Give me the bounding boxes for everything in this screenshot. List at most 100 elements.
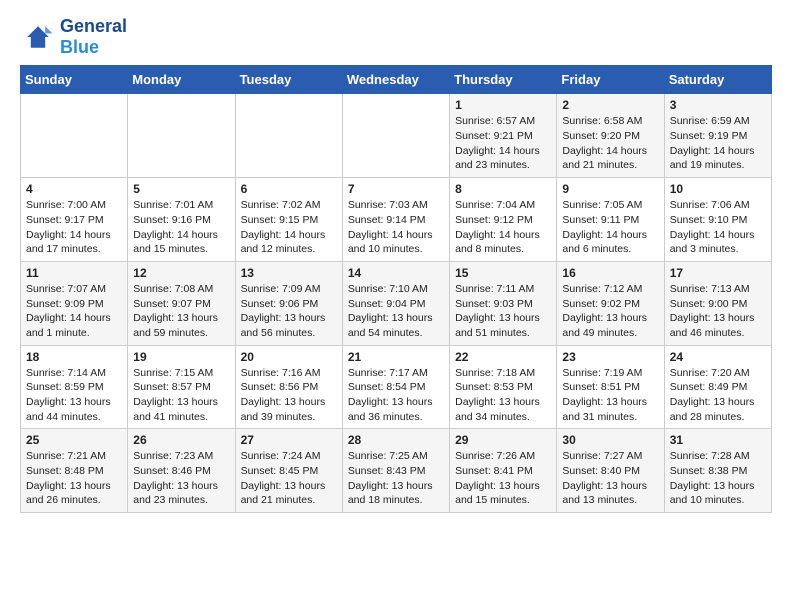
calendar-week-row: 4 Sunrise: 7:00 AM Sunset: 9:17 PM Daylig… <box>21 178 772 262</box>
day-info: Sunrise: 7:25 AM Sunset: 8:43 PM Dayligh… <box>348 449 444 508</box>
day-number: 11 <box>26 266 122 280</box>
day-info: Sunrise: 7:11 AM Sunset: 9:03 PM Dayligh… <box>455 282 551 341</box>
calendar-cell: 28 Sunrise: 7:25 AM Sunset: 8:43 PM Dayli… <box>342 429 449 513</box>
day-number: 13 <box>241 266 337 280</box>
calendar-cell: 30 Sunrise: 7:27 AM Sunset: 8:40 PM Dayli… <box>557 429 664 513</box>
day-number: 25 <box>26 433 122 447</box>
calendar-cell: 20 Sunrise: 7:16 AM Sunset: 8:56 PM Dayli… <box>235 345 342 429</box>
calendar-cell: 31 Sunrise: 7:28 AM Sunset: 8:38 PM Dayli… <box>664 429 771 513</box>
page-header: General Blue <box>20 16 772 57</box>
day-number: 28 <box>348 433 444 447</box>
calendar-cell: 15 Sunrise: 7:11 AM Sunset: 9:03 PM Dayli… <box>450 261 557 345</box>
weekday-header: Tuesday <box>235 66 342 94</box>
calendar-cell: 27 Sunrise: 7:24 AM Sunset: 8:45 PM Dayli… <box>235 429 342 513</box>
calendar-cell <box>235 94 342 178</box>
day-info: Sunrise: 7:12 AM Sunset: 9:02 PM Dayligh… <box>562 282 658 341</box>
calendar-cell: 25 Sunrise: 7:21 AM Sunset: 8:48 PM Dayli… <box>21 429 128 513</box>
calendar-table: SundayMondayTuesdayWednesdayThursdayFrid… <box>20 65 772 513</box>
calendar-cell: 14 Sunrise: 7:10 AM Sunset: 9:04 PM Dayli… <box>342 261 449 345</box>
day-info: Sunrise: 7:20 AM Sunset: 8:49 PM Dayligh… <box>670 366 766 425</box>
day-number: 15 <box>455 266 551 280</box>
calendar-cell: 3 Sunrise: 6:59 AM Sunset: 9:19 PM Daylig… <box>664 94 771 178</box>
day-number: 3 <box>670 98 766 112</box>
day-info: Sunrise: 6:58 AM Sunset: 9:20 PM Dayligh… <box>562 114 658 173</box>
calendar-cell: 24 Sunrise: 7:20 AM Sunset: 8:49 PM Dayli… <box>664 345 771 429</box>
day-number: 26 <box>133 433 229 447</box>
day-number: 8 <box>455 182 551 196</box>
day-number: 1 <box>455 98 551 112</box>
calendar-cell: 17Sunrise: 7:13 AM Sunset: 9:00 PM Dayli… <box>664 261 771 345</box>
day-number: 12 <box>133 266 229 280</box>
day-number: 4 <box>26 182 122 196</box>
calendar-cell: 19 Sunrise: 7:15 AM Sunset: 8:57 PM Dayli… <box>128 345 235 429</box>
calendar-cell: 13 Sunrise: 7:09 AM Sunset: 9:06 PM Dayli… <box>235 261 342 345</box>
day-info: Sunrise: 7:16 AM Sunset: 8:56 PM Dayligh… <box>241 366 337 425</box>
day-number: 23 <box>562 350 658 364</box>
calendar-week-row: 25 Sunrise: 7:21 AM Sunset: 8:48 PM Dayli… <box>21 429 772 513</box>
day-info: Sunrise: 7:10 AM Sunset: 9:04 PM Dayligh… <box>348 282 444 341</box>
day-info: Sunrise: 7:15 AM Sunset: 8:57 PM Dayligh… <box>133 366 229 425</box>
weekday-header: Saturday <box>664 66 771 94</box>
day-info: Sunrise: 7:19 AM Sunset: 8:51 PM Dayligh… <box>562 366 658 425</box>
day-info: Sunrise: 7:27 AM Sunset: 8:40 PM Dayligh… <box>562 449 658 508</box>
day-info: Sunrise: 7:14 AM Sunset: 8:59 PM Dayligh… <box>26 366 122 425</box>
day-number: 2 <box>562 98 658 112</box>
day-number: 7 <box>348 182 444 196</box>
day-number: 18 <box>26 350 122 364</box>
calendar-cell: 12 Sunrise: 7:08 AM Sunset: 9:07 PM Dayli… <box>128 261 235 345</box>
day-number: 9 <box>562 182 658 196</box>
day-number: 10 <box>670 182 766 196</box>
calendar-cell: 16 Sunrise: 7:12 AM Sunset: 9:02 PM Dayli… <box>557 261 664 345</box>
day-info: Sunrise: 7:28 AM Sunset: 8:38 PM Dayligh… <box>670 449 766 508</box>
day-info: Sunrise: 7:01 AM Sunset: 9:16 PM Dayligh… <box>133 198 229 257</box>
day-info: Sunrise: 7:00 AM Sunset: 9:17 PM Dayligh… <box>26 198 122 257</box>
calendar-cell: 18 Sunrise: 7:14 AM Sunset: 8:59 PM Dayli… <box>21 345 128 429</box>
calendar-cell <box>21 94 128 178</box>
day-info: Sunrise: 6:59 AM Sunset: 9:19 PM Dayligh… <box>670 114 766 173</box>
calendar-cell: 9 Sunrise: 7:05 AM Sunset: 9:11 PM Daylig… <box>557 178 664 262</box>
day-number: 24 <box>670 350 766 364</box>
day-info: Sunrise: 7:21 AM Sunset: 8:48 PM Dayligh… <box>26 449 122 508</box>
calendar-cell: 1 Sunrise: 6:57 AM Sunset: 9:21 PM Daylig… <box>450 94 557 178</box>
calendar-cell: 5Sunrise: 7:01 AM Sunset: 9:16 PM Daylig… <box>128 178 235 262</box>
day-number: 27 <box>241 433 337 447</box>
day-number: 14 <box>348 266 444 280</box>
day-info: Sunrise: 7:23 AM Sunset: 8:46 PM Dayligh… <box>133 449 229 508</box>
day-info: Sunrise: 7:17 AM Sunset: 8:54 PM Dayligh… <box>348 366 444 425</box>
day-info: Sunrise: 7:18 AM Sunset: 8:53 PM Dayligh… <box>455 366 551 425</box>
day-number: 16 <box>562 266 658 280</box>
day-info: Sunrise: 7:09 AM Sunset: 9:06 PM Dayligh… <box>241 282 337 341</box>
day-number: 19 <box>133 350 229 364</box>
logo: General Blue <box>20 16 127 57</box>
calendar-cell: 23 Sunrise: 7:19 AM Sunset: 8:51 PM Dayli… <box>557 345 664 429</box>
calendar-cell: 21 Sunrise: 7:17 AM Sunset: 8:54 PM Dayli… <box>342 345 449 429</box>
calendar-cell <box>128 94 235 178</box>
calendar-week-row: 18 Sunrise: 7:14 AM Sunset: 8:59 PM Dayli… <box>21 345 772 429</box>
calendar-cell: 6Sunrise: 7:02 AM Sunset: 9:15 PM Daylig… <box>235 178 342 262</box>
logo-icon <box>20 19 56 55</box>
calendar-week-row: 1 Sunrise: 6:57 AM Sunset: 9:21 PM Daylig… <box>21 94 772 178</box>
day-number: 17 <box>670 266 766 280</box>
calendar-cell: 26 Sunrise: 7:23 AM Sunset: 8:46 PM Dayli… <box>128 429 235 513</box>
day-info: Sunrise: 7:26 AM Sunset: 8:41 PM Dayligh… <box>455 449 551 508</box>
calendar-cell: 8Sunrise: 7:04 AM Sunset: 9:12 PM Daylig… <box>450 178 557 262</box>
calendar-cell: 22 Sunrise: 7:18 AM Sunset: 8:53 PM Dayli… <box>450 345 557 429</box>
calendar-cell: 4 Sunrise: 7:00 AM Sunset: 9:17 PM Daylig… <box>21 178 128 262</box>
weekday-header: Thursday <box>450 66 557 94</box>
weekday-header: Wednesday <box>342 66 449 94</box>
day-number: 21 <box>348 350 444 364</box>
day-info: Sunrise: 7:05 AM Sunset: 9:11 PM Dayligh… <box>562 198 658 257</box>
day-number: 22 <box>455 350 551 364</box>
day-info: Sunrise: 7:08 AM Sunset: 9:07 PM Dayligh… <box>133 282 229 341</box>
day-number: 30 <box>562 433 658 447</box>
calendar-week-row: 11Sunrise: 7:07 AM Sunset: 9:09 PM Dayli… <box>21 261 772 345</box>
day-info: Sunrise: 7:03 AM Sunset: 9:14 PM Dayligh… <box>348 198 444 257</box>
day-info: Sunrise: 6:57 AM Sunset: 9:21 PM Dayligh… <box>455 114 551 173</box>
day-number: 20 <box>241 350 337 364</box>
weekday-header-row: SundayMondayTuesdayWednesdayThursdayFrid… <box>21 66 772 94</box>
day-number: 31 <box>670 433 766 447</box>
weekday-header: Friday <box>557 66 664 94</box>
weekday-header: Monday <box>128 66 235 94</box>
day-info: Sunrise: 7:24 AM Sunset: 8:45 PM Dayligh… <box>241 449 337 508</box>
calendar-cell: 7 Sunrise: 7:03 AM Sunset: 9:14 PM Daylig… <box>342 178 449 262</box>
